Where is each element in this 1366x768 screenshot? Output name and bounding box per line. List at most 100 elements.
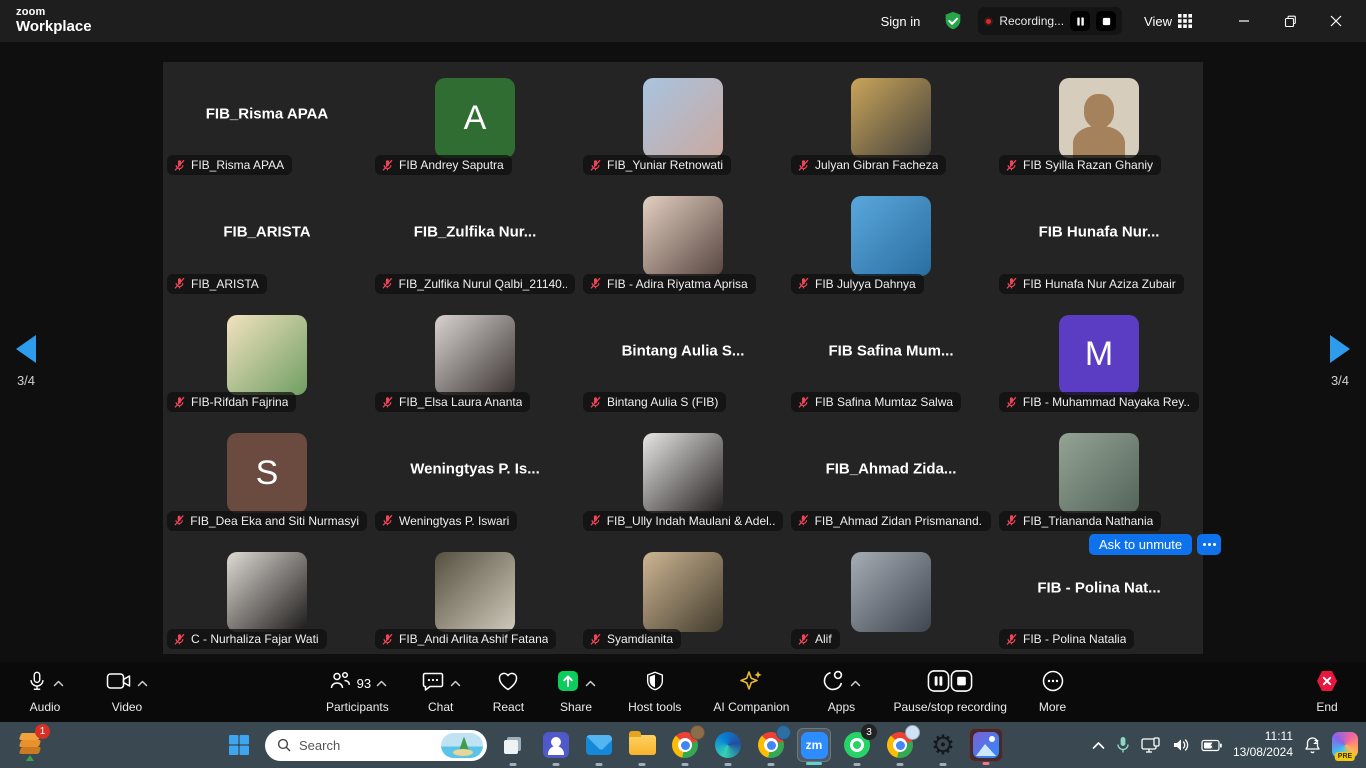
participant-tile[interactable]: S FIB_Dea Eka and Siti Nurmasyi...	[163, 417, 371, 535]
participant-tile[interactable]: FIB Hunafa Nur... FIB Hunafa Nur Aziza Z…	[995, 180, 1203, 298]
teams-icon[interactable]	[539, 728, 573, 762]
chevron-up-icon[interactable]	[137, 680, 148, 687]
participant-tile[interactable]: FIB_ARISTA FIB_ARISTA	[163, 180, 371, 298]
mic-muted-icon	[173, 277, 186, 290]
mic-muted-icon	[1005, 159, 1018, 172]
taskbar-corner-app-icon[interactable]: 1	[16, 729, 46, 761]
restore-button[interactable]	[1270, 4, 1310, 38]
recording-indicator: Recording...	[978, 7, 1122, 35]
chrome-profile2-icon[interactable]	[754, 728, 788, 762]
chevron-up-icon[interactable]	[850, 680, 861, 687]
file-explorer-icon[interactable]	[625, 728, 659, 762]
settings-gear-icon[interactable]: ⚙	[926, 728, 960, 762]
chevron-up-icon[interactable]	[585, 680, 596, 687]
sign-in-button[interactable]: Sign in	[873, 10, 929, 33]
participant-tile[interactable]: FIB_Risma APAA FIB_Risma APAA	[163, 62, 371, 180]
chevron-up-icon[interactable]	[450, 680, 461, 687]
mic-icon	[26, 669, 48, 698]
participant-tile[interactable]: FIB_Andi Arlita Ashif Fatana	[371, 536, 579, 654]
close-button[interactable]	[1316, 4, 1356, 38]
participant-name-label: FIB_Andi Arlita Ashif Fatana	[375, 629, 556, 649]
toolbar-button-label: React	[493, 700, 524, 714]
participant-name-label: FIB Syilla Razan Ghaniy	[999, 155, 1161, 175]
edge-icon[interactable]	[711, 728, 745, 762]
participant-tile[interactable]: Julyan Gibran Facheza	[787, 62, 995, 180]
pause-recording-button[interactable]	[1070, 11, 1090, 31]
pause-stop-recording-button[interactable]: Pause/stop recording	[889, 669, 1010, 716]
participant-name-label: FIB Hunafa Nur Aziza Zubair	[999, 274, 1184, 294]
search-highlight-image[interactable]	[441, 733, 483, 758]
participant-photo-avatar	[851, 78, 931, 158]
participant-tile[interactable]: FIB_Elsa Laura Ananta	[371, 299, 579, 417]
audio-button[interactable]: Audio	[22, 669, 68, 716]
view-button[interactable]: View	[1136, 10, 1200, 33]
participant-tile[interactable]: A FIB Andrey Saputra	[371, 62, 579, 180]
participants-button[interactable]: 93Participants	[322, 669, 393, 716]
participant-tile[interactable]: FIB-Rifdah Fajrina	[163, 299, 371, 417]
participant-tile[interactable]: FIB Safina Mum... FIB Safina Mumtaz Salw…	[787, 299, 995, 417]
participant-name-label: FIB - Muhammad Nayaka Rey...	[999, 392, 1199, 412]
participant-tile[interactable]: FIB Syilla Razan Ghaniy	[995, 62, 1203, 180]
participant-tile[interactable]: Alif	[787, 536, 995, 654]
tray-volume-icon[interactable]	[1172, 737, 1190, 753]
stop-recording-button[interactable]	[1096, 11, 1116, 31]
taskbar-search-box[interactable]: Search	[265, 730, 487, 761]
encryption-shield-icon[interactable]	[942, 10, 964, 32]
tray-chevron-up-icon[interactable]	[1092, 741, 1105, 750]
view-grid-icon	[1178, 14, 1192, 28]
zoom-app-icon[interactable]: zm	[797, 728, 831, 762]
mic-muted-icon	[1005, 514, 1018, 527]
minimize-button[interactable]	[1224, 4, 1264, 38]
toolbar-button-label: Participants	[326, 700, 389, 714]
chevron-up-icon[interactable]	[53, 680, 64, 687]
ai-companion-button[interactable]: AI Companion	[709, 669, 793, 716]
participant-tile[interactable]: FIB_Ully Indah Maulani & Adel...	[579, 417, 787, 535]
previous-page-arrow[interactable]	[16, 335, 36, 363]
participant-tile[interactable]: FIB Julyya Dahnya	[787, 180, 995, 298]
participant-tile[interactable]: FIB_Ahmad Zida... FIB_Ahmad Zidan Prisma…	[787, 417, 995, 535]
task-view-button[interactable]	[496, 728, 530, 762]
video-button[interactable]: Video	[102, 669, 152, 716]
participant-name-label: FIB_Risma APAA	[167, 155, 292, 175]
participant-photo-avatar	[851, 552, 931, 632]
toolbar-button-label: End	[1316, 700, 1337, 714]
search-placeholder: Search	[299, 738, 433, 753]
copilot-icon[interactable]: PRE	[1332, 732, 1358, 758]
participant-tile[interactable]: FIB_Triananda Nathania	[995, 417, 1203, 535]
participant-tile[interactable]: Bintang Aulia S... Bintang Aulia S (FIB)	[579, 299, 787, 417]
photos-app-icon[interactable]	[969, 728, 1003, 762]
participant-tile[interactable]: M FIB - Muhammad Nayaka Rey...	[995, 299, 1203, 417]
ask-to-unmute-button[interactable]: Ask to unmute	[1089, 534, 1192, 555]
mic-muted-icon	[589, 396, 602, 409]
participant-tile[interactable]: FIB_Yuniar Retnowati	[579, 62, 787, 180]
chevron-up-icon[interactable]	[376, 680, 387, 687]
more-button[interactable]: More	[1035, 669, 1070, 716]
tray-microphone-in-use-icon[interactable]	[1116, 736, 1130, 754]
react-button[interactable]: React	[489, 669, 528, 716]
more-icon	[1041, 669, 1065, 698]
participant-tile[interactable]: C - Nurhaliza Fajar Wati	[163, 536, 371, 654]
chrome-icon[interactable]	[668, 728, 702, 762]
host-tools-button[interactable]: Host tools	[624, 669, 685, 716]
tray-notification-bell-icon[interactable]	[1304, 736, 1321, 754]
tray-battery-icon[interactable]	[1201, 739, 1222, 752]
mail-icon[interactable]	[582, 728, 616, 762]
participant-photo-avatar	[851, 196, 931, 276]
tray-clock[interactable]: 11:11 13/08/2024	[1233, 729, 1293, 760]
participant-tile[interactable]: Syamdianita	[579, 536, 787, 654]
tray-display-cast-icon[interactable]	[1141, 737, 1161, 754]
apps-button[interactable]: Apps	[817, 669, 865, 716]
chrome-profile3-icon[interactable]	[883, 728, 917, 762]
next-page-arrow[interactable]	[1330, 335, 1350, 363]
end-button[interactable]: End	[1310, 669, 1344, 716]
participant-tile[interactable]: FIB - Adira Riyatma Aprisa	[579, 180, 787, 298]
participant-photo-avatar	[435, 315, 515, 395]
chat-button[interactable]: Chat	[417, 669, 465, 716]
participant-tile[interactable]: Weningtyas P. Is... Weningtyas P. Iswari	[371, 417, 579, 535]
share-button[interactable]: Share	[552, 669, 600, 716]
whatsapp-icon[interactable]: 3	[840, 728, 874, 762]
participant-tile[interactable]: FIB_Zulfika Nur... FIB_Zulfika Nurul Qal…	[371, 180, 579, 298]
start-button[interactable]	[222, 728, 256, 762]
participant-more-options-button[interactable]	[1197, 534, 1221, 555]
zoom-workplace-logo: zoom Workplace	[16, 7, 92, 34]
